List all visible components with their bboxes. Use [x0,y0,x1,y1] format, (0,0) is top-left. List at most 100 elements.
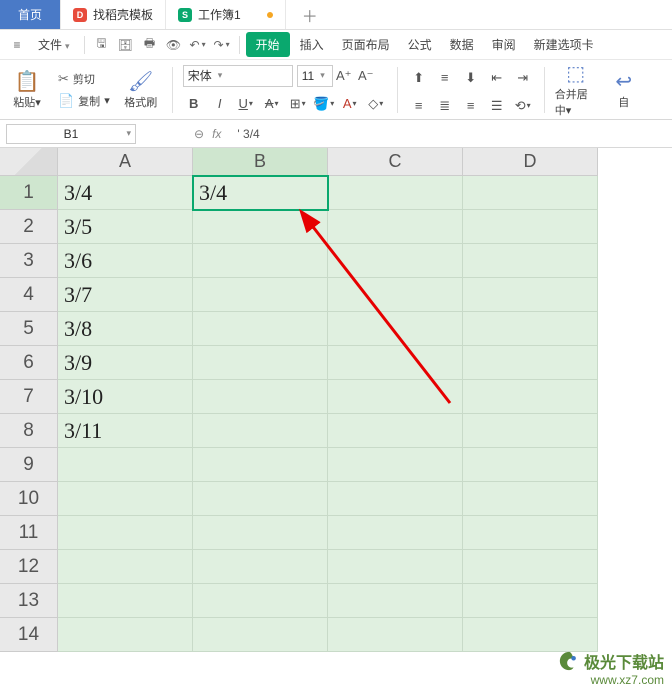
menu-formulas[interactable]: 公式 [400,32,440,57]
increase-font-button[interactable]: A⁺ [333,65,355,87]
redo-icon[interactable]: ↷ [211,34,233,56]
cell-C2[interactable] [328,210,463,244]
cell-B8[interactable] [193,414,328,448]
col-header-A[interactable]: A [58,148,193,176]
save-icon[interactable]: 🖫 [91,34,113,56]
row-header-1[interactable]: 1 [0,176,58,210]
cut-button[interactable]: ✂剪切 [54,69,114,89]
cell-D7[interactable] [463,380,598,414]
cell-B9[interactable] [193,448,328,482]
decrease-font-button[interactable]: A⁻ [355,65,377,87]
align-center-button[interactable]: ≣ [434,95,456,117]
formula-input[interactable]: ' 3/4 [229,127,666,141]
row-header-4[interactable]: 4 [0,278,58,312]
strikethrough-button[interactable]: A [261,93,283,115]
font-color-button[interactable]: A [339,93,361,115]
row-header-13[interactable]: 13 [0,584,58,618]
orientation-button[interactable]: ⟲ [512,95,534,117]
bold-button[interactable]: B [183,93,205,115]
cell-D3[interactable] [463,244,598,278]
cell-A6[interactable]: 3/9 [58,346,193,380]
italic-button[interactable]: I [209,93,231,115]
cell-B11[interactable] [193,516,328,550]
print-icon[interactable]: 🖶 [139,34,161,56]
align-top-button[interactable]: ⬆ [408,67,430,89]
auto-wrap-button[interactable]: ↩ 自 [603,69,645,110]
row-header-6[interactable]: 6 [0,346,58,380]
cell-C10[interactable] [328,482,463,516]
cell-C7[interactable] [328,380,463,414]
cell-D5[interactable] [463,312,598,346]
indent-right-button[interactable]: ⇥ [512,67,534,89]
cell-B10[interactable] [193,482,328,516]
cell-D1[interactable] [463,176,598,210]
menu-new-tab[interactable]: 新建选项卡 [526,32,602,57]
cell-B6[interactable] [193,346,328,380]
underline-button[interactable]: U [235,93,257,115]
paste-button[interactable]: 📋 粘贴▾ [6,69,48,110]
row-header-11[interactable]: 11 [0,516,58,550]
align-left-button[interactable]: ≡ [408,95,430,117]
menu-page-layout[interactable]: 页面布局 [334,32,398,57]
cell-D10[interactable] [463,482,598,516]
font-size-select[interactable]: 11 [297,65,333,87]
cell-D14[interactable] [463,618,598,652]
cell-C4[interactable] [328,278,463,312]
cell-A9[interactable] [58,448,193,482]
cell-D2[interactable] [463,210,598,244]
cell-A8[interactable]: 3/11 [58,414,193,448]
fx-icon[interactable]: fx [212,127,221,141]
cell-B3[interactable] [193,244,328,278]
cell-B12[interactable] [193,550,328,584]
cell-C8[interactable] [328,414,463,448]
cell-B1[interactable]: 3/4 [193,176,328,210]
file-menu[interactable]: 文件 [30,32,78,57]
menu-review[interactable]: 审阅 [484,32,524,57]
menu-data[interactable]: 数据 [442,32,482,57]
cell-A7[interactable]: 3/10 [58,380,193,414]
cell-C5[interactable] [328,312,463,346]
copy-button[interactable]: 📄复制▾ [54,91,114,111]
app-menu-icon[interactable]: ≡ [6,34,28,56]
cell-C14[interactable] [328,618,463,652]
cell-A1[interactable]: 3/4 [58,176,193,210]
cancel-icon[interactable]: ⊖ [194,127,204,141]
cell-C12[interactable] [328,550,463,584]
name-box[interactable]: B1 [6,124,136,144]
align-bottom-button[interactable]: ⬇ [460,67,482,89]
cell-A13[interactable] [58,584,193,618]
cell-D11[interactable] [463,516,598,550]
cell-A10[interactable] [58,482,193,516]
cell-B7[interactable] [193,380,328,414]
distribute-button[interactable]: ☰ [486,95,508,117]
cell-D8[interactable] [463,414,598,448]
col-header-C[interactable]: C [328,148,463,176]
cell-D6[interactable] [463,346,598,380]
merge-center-button[interactable]: ⬚ 合并居中▾ [555,61,597,118]
menu-insert[interactable]: 插入 [292,32,332,57]
tab-workbook[interactable]: S 工作簿1 [166,0,286,29]
cell-B13[interactable] [193,584,328,618]
cell-C1[interactable] [328,176,463,210]
cell-D12[interactable] [463,550,598,584]
cell-B2[interactable] [193,210,328,244]
row-header-14[interactable]: 14 [0,618,58,652]
cell-B14[interactable] [193,618,328,652]
undo-icon[interactable]: ↶ [187,34,209,56]
row-header-3[interactable]: 3 [0,244,58,278]
align-middle-button[interactable]: ≡ [434,67,456,89]
cell-A2[interactable]: 3/5 [58,210,193,244]
row-header-7[interactable]: 7 [0,380,58,414]
add-tab-button[interactable]: ＋ [286,0,334,29]
border-button[interactable]: ⊞ [287,93,309,115]
row-header-9[interactable]: 9 [0,448,58,482]
row-header-10[interactable]: 10 [0,482,58,516]
cell-A14[interactable] [58,618,193,652]
save-as-icon[interactable]: 🗄 [115,34,137,56]
print-preview-icon[interactable]: 👁 [163,34,185,56]
tab-home[interactable]: 首页 [0,0,61,29]
row-header-8[interactable]: 8 [0,414,58,448]
cell-C11[interactable] [328,516,463,550]
cell-C9[interactable] [328,448,463,482]
cell-D4[interactable] [463,278,598,312]
